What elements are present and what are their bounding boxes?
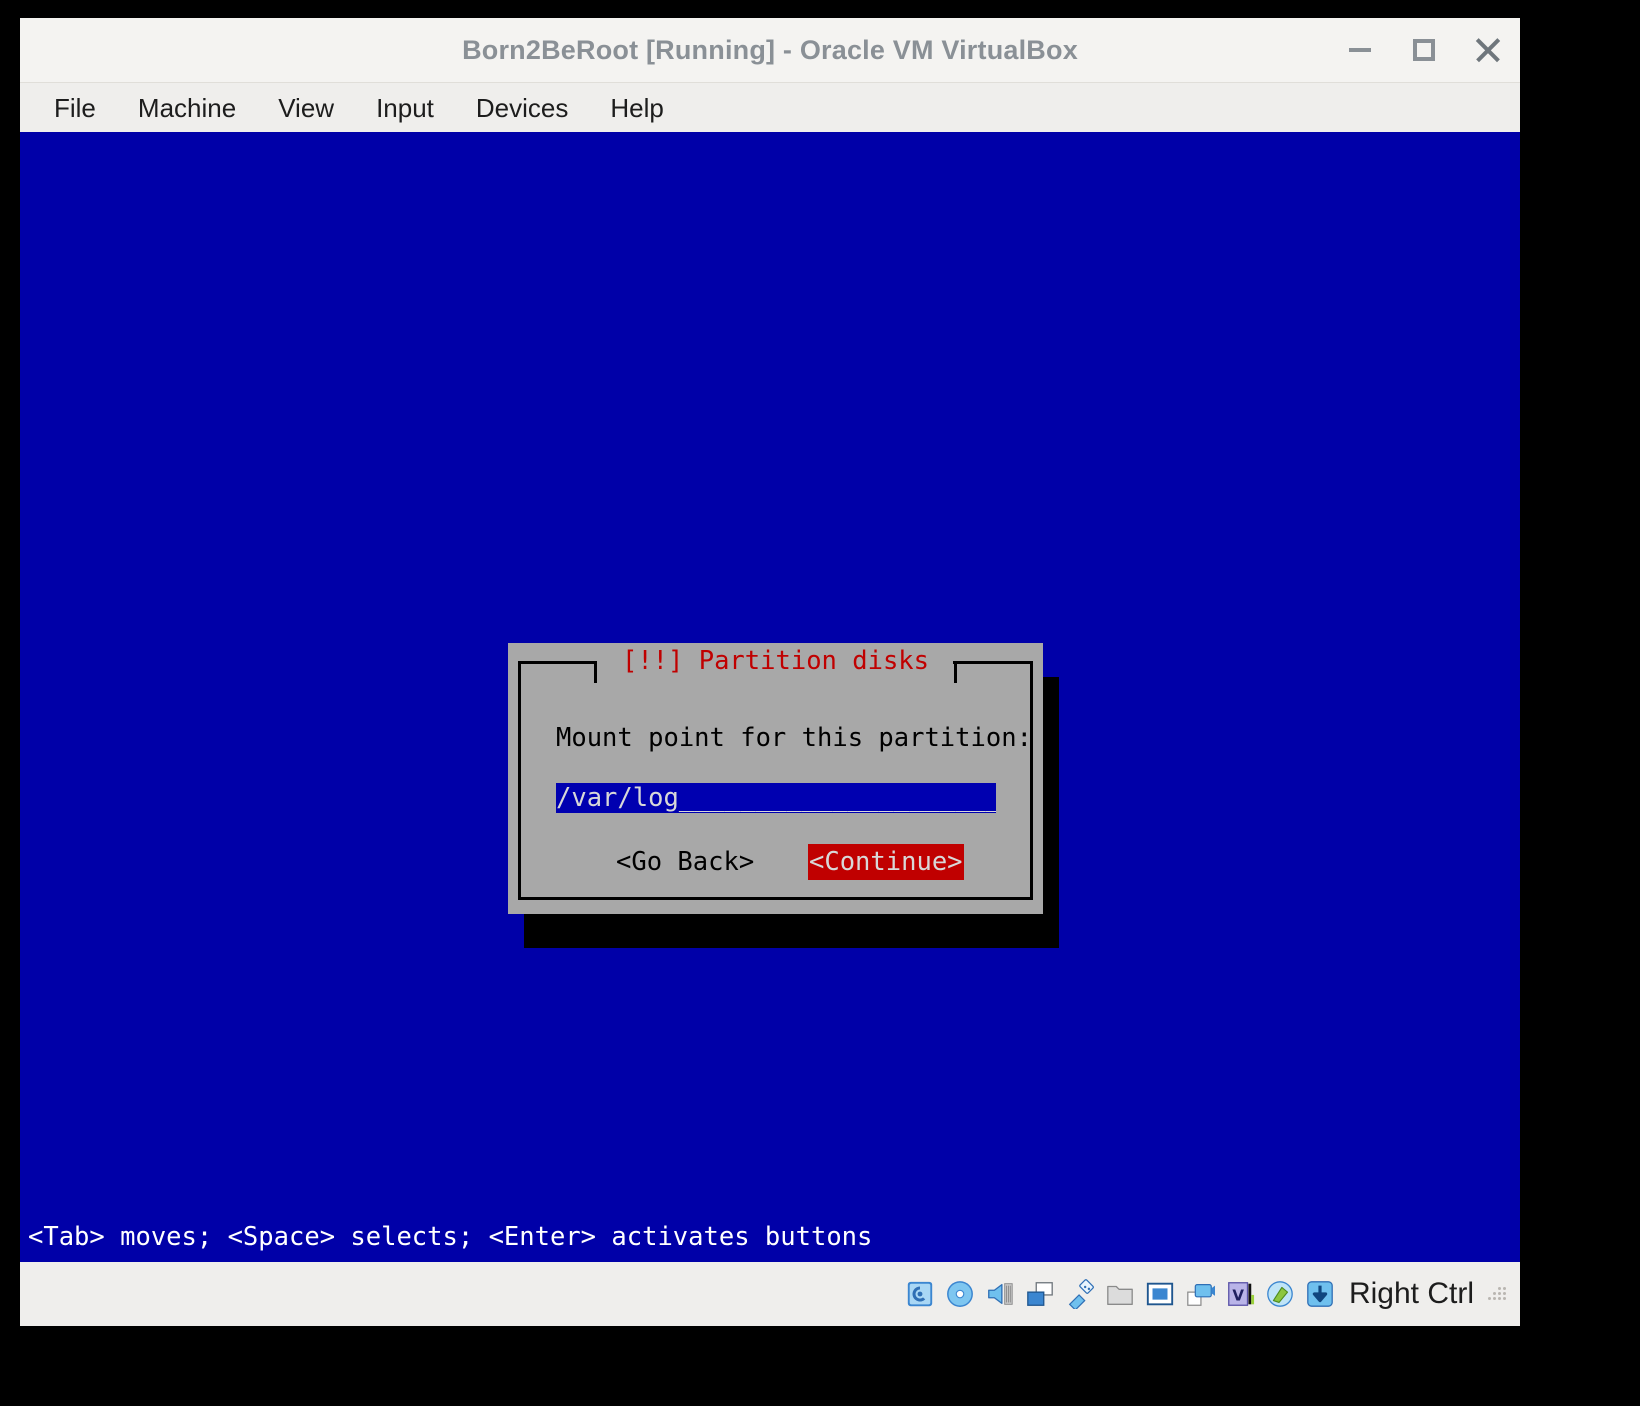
- virtualbox-window: Born2BeRoot [Running] - Oracle VM Virtua…: [20, 18, 1520, 1326]
- vm-status-icons: V: [905, 1279, 1335, 1309]
- mouse-integration-icon[interactable]: [1265, 1279, 1295, 1309]
- svg-text:V: V: [1232, 1287, 1244, 1305]
- shared-folder-icon[interactable]: [1105, 1279, 1135, 1309]
- continue-button[interactable]: <Continue>: [808, 844, 964, 880]
- close-button[interactable]: [1456, 18, 1520, 82]
- optical-disk-icon[interactable]: [945, 1279, 975, 1309]
- usb-icon[interactable]: [1065, 1279, 1095, 1309]
- menu-help[interactable]: Help: [608, 83, 665, 133]
- partition-disks-dialog: [!!] Partition disks Mount point for thi…: [508, 643, 1043, 914]
- guest-screen[interactable]: [!!] Partition disks Mount point for thi…: [20, 132, 1520, 1262]
- vm-statusbar: V Right Ctrl: [20, 1262, 1520, 1326]
- minimize-button[interactable]: [1328, 18, 1392, 82]
- display-icon[interactable]: [1145, 1279, 1175, 1309]
- mount-point-prompt: Mount point for this partition:: [556, 723, 1032, 753]
- minimize-icon: [1349, 48, 1371, 52]
- installer-help-line: <Tab> moves; <Space> selects; <Enter> ac…: [28, 1222, 873, 1252]
- go-back-button[interactable]: <Go Back>: [616, 844, 754, 880]
- maximize-button[interactable]: [1392, 18, 1456, 82]
- video-capture-icon[interactable]: [1185, 1279, 1215, 1309]
- hard-disk-icon[interactable]: [905, 1279, 935, 1309]
- host-key-label: Right Ctrl: [1348, 1277, 1474, 1310]
- virtualization-chip-icon[interactable]: V: [1225, 1279, 1255, 1309]
- resize-grip[interactable]: [1484, 1283, 1506, 1305]
- menu-file[interactable]: File: [52, 83, 98, 133]
- dialog-title: [!!] Partition disks: [621, 646, 930, 676]
- dialog-border-bottom: [518, 897, 1033, 900]
- dialog-button-row: <Go Back> <Continue>: [508, 844, 1043, 880]
- network-icon[interactable]: [1025, 1279, 1055, 1309]
- window-titlebar: Born2BeRoot [Running] - Oracle VM Virtua…: [20, 18, 1520, 82]
- window-title: Born2BeRoot [Running] - Oracle VM Virtua…: [462, 35, 1078, 65]
- menu-machine[interactable]: Machine: [136, 83, 238, 133]
- menu-input[interactable]: Input: [374, 83, 436, 133]
- mount-point-input[interactable]: /var/log____________________________: [556, 783, 996, 813]
- host-key-icon[interactable]: [1305, 1279, 1335, 1309]
- maximize-icon: [1413, 39, 1435, 61]
- menu-devices[interactable]: Devices: [474, 83, 570, 133]
- audio-icon[interactable]: [985, 1279, 1015, 1309]
- window-controls: [1328, 18, 1520, 82]
- menu-view[interactable]: View: [276, 83, 336, 133]
- menubar: File Machine View Input Devices Help: [20, 82, 1520, 132]
- close-icon: [1475, 37, 1501, 63]
- desktop-background: Born2BeRoot [Running] - Oracle VM Virtua…: [0, 0, 1640, 1406]
